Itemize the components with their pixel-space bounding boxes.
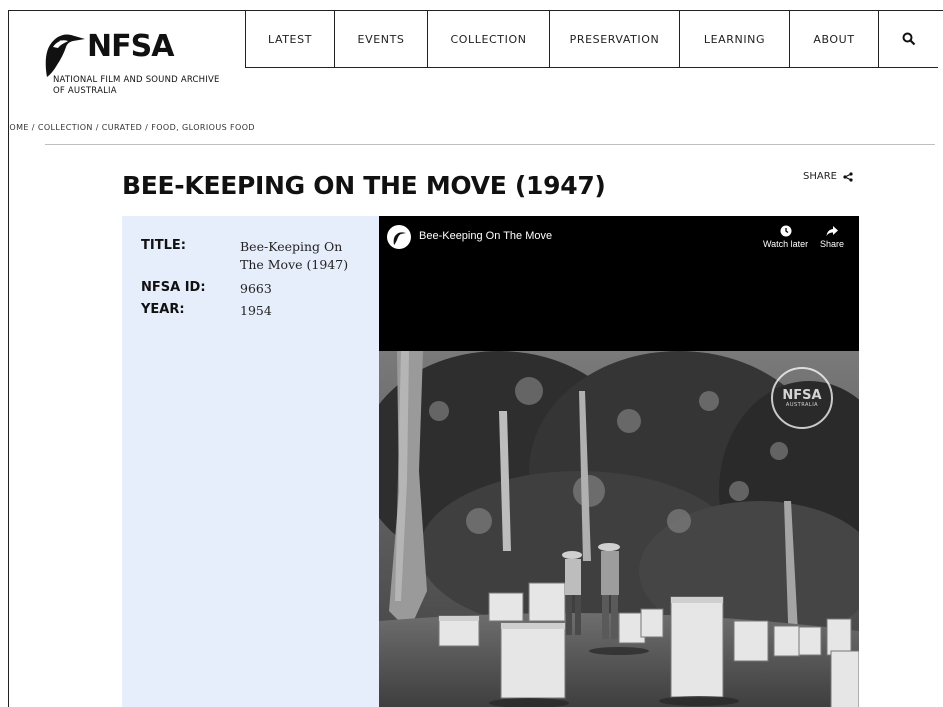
nav-events[interactable]: EVENTS xyxy=(334,11,427,67)
share-button[interactable]: SHARE xyxy=(803,171,853,182)
nav-preservation[interactable]: PRESERVATION xyxy=(549,11,679,67)
detail-title-row: TITLE: Bee-Keeping On The Move (1947) xyxy=(141,238,360,274)
nav-about[interactable]: ABOUT xyxy=(789,11,878,67)
nfsa-channel-icon xyxy=(393,232,406,245)
nav-learning[interactable]: LEARNING xyxy=(679,11,789,67)
logo-subtitle-line2: OF AUSTRALIA xyxy=(53,86,117,96)
search-button[interactable] xyxy=(878,11,938,67)
video-player[interactable]: Bee-Keeping On The Move Watch later Shar… xyxy=(379,216,859,707)
nfsa-id-label: NFSA ID: xyxy=(141,280,206,295)
main-nav: LATEST EVENTS COLLECTION PRESERVATION LE… xyxy=(245,11,938,68)
logo-subtitle-line1: NATIONAL FILM AND SOUND ARCHIVE xyxy=(53,75,220,85)
video-share-button[interactable]: Share xyxy=(820,225,844,249)
video-share-label: Share xyxy=(820,239,845,249)
nav-latest[interactable]: LATEST xyxy=(245,11,334,67)
watch-later-label: Watch later xyxy=(763,239,809,249)
nav-collection[interactable]: COLLECTION xyxy=(427,11,549,67)
nfsa-id-value: 9663 xyxy=(240,281,272,296)
details-panel: TITLE: Bee-Keeping On The Move (1947) NF… xyxy=(122,216,380,707)
video-title[interactable]: Bee-Keeping On The Move xyxy=(419,230,552,242)
watermark-subtext: AUSTRALIA xyxy=(785,401,819,408)
nfsa-watermark: NFSA AUSTRALIA xyxy=(771,367,833,429)
year-label: YEAR: xyxy=(141,302,185,317)
watermark-text: NFSA xyxy=(782,387,822,403)
channel-avatar[interactable] xyxy=(387,225,411,249)
title-value: Bee-Keeping On The Move (1947) xyxy=(240,239,349,272)
breadcrumb[interactable]: HOME / COLLECTION / CURATED / FOOD, GLOR… xyxy=(9,123,255,132)
watch-later-button[interactable]: Watch later xyxy=(763,225,808,249)
page-title: BEE-KEEPING ON THE MOVE (1947) xyxy=(122,171,606,200)
clock-icon xyxy=(780,225,792,237)
detail-year-row: YEAR: 1954 xyxy=(141,302,360,320)
title-label: TITLE: xyxy=(141,238,186,253)
share-arrow-icon xyxy=(826,226,839,236)
page-frame: NFSA NATIONAL FILM AND SOUND ARCHIVE OF … xyxy=(8,10,943,707)
detail-id-row: NFSA ID: 9663 xyxy=(141,280,360,298)
video-top-bar: Bee-Keeping On The Move Watch later Shar… xyxy=(379,216,859,351)
share-label: SHARE xyxy=(803,171,837,182)
search-icon xyxy=(902,32,915,46)
logo-wordmark: NFSA xyxy=(87,29,174,64)
logo-subtitle: NATIONAL FILM AND SOUND ARCHIVE OF AUSTR… xyxy=(53,75,253,97)
nfsa-logo[interactable]: NFSA NATIONAL FILM AND SOUND ARCHIVE OF … xyxy=(41,25,261,105)
kookaburra-logo-icon xyxy=(45,34,85,77)
share-icon xyxy=(843,171,853,182)
year-value: 1954 xyxy=(240,303,272,318)
divider xyxy=(45,144,935,145)
